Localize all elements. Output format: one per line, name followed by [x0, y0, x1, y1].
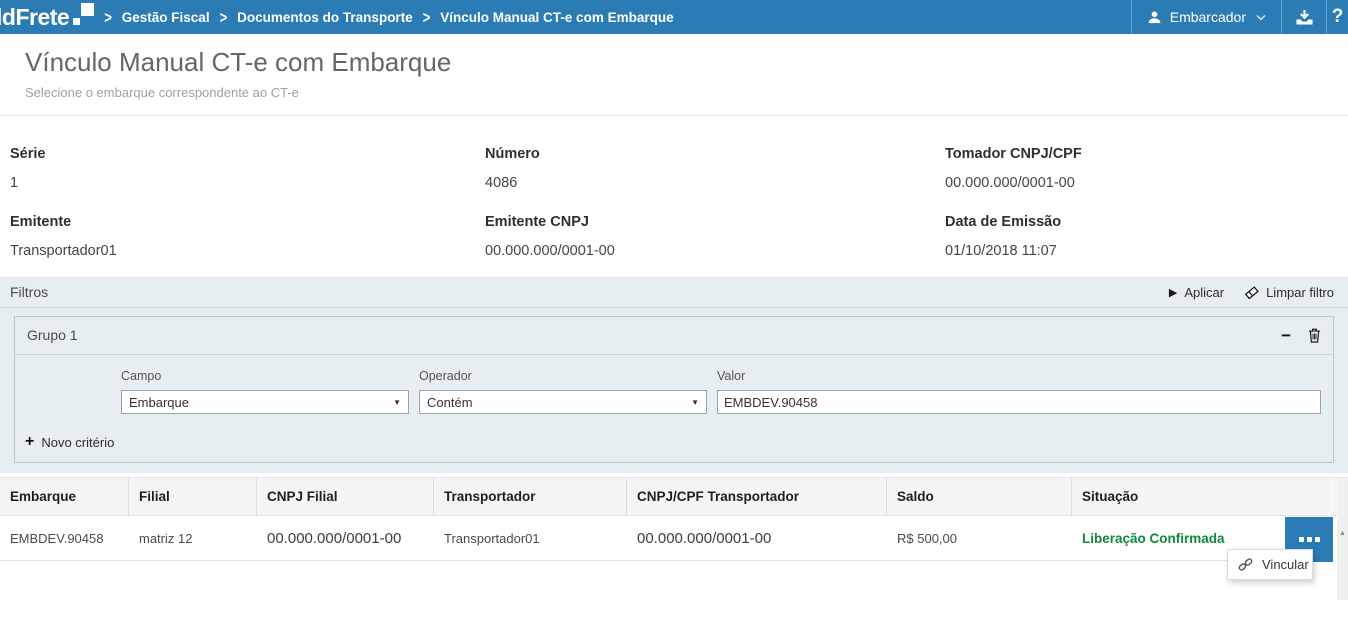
table-row[interactable]: EMBDEV.90458 matriz 12 00.000.000/0001-0…	[0, 516, 1333, 561]
serie-value: 1	[10, 175, 117, 192]
link-icon	[1238, 557, 1253, 572]
numero-label: Número	[485, 146, 615, 163]
column-header-embarque: Embarque	[0, 478, 129, 515]
cte-details: Série 1 Emitente Transportador01 Número …	[0, 116, 1348, 277]
apply-filter-button[interactable]: ▶ Aplicar	[1169, 285, 1224, 300]
topbar-actions: Embarcador ?	[1131, 0, 1348, 34]
play-icon: ▶	[1169, 286, 1177, 299]
select-arrow-icon: ▼	[393, 398, 401, 407]
cell-embarque: EMBDEV.90458	[0, 531, 129, 546]
download-icon	[1295, 9, 1314, 26]
filter-group: Grupo 1 − Campo	[14, 316, 1334, 463]
cell-filial: matriz 12	[129, 531, 257, 546]
column-header-situacao: Situação	[1072, 478, 1333, 515]
download-button[interactable]	[1281, 0, 1326, 34]
emitente-value: Transportador01	[10, 243, 117, 260]
valor-input[interactable]	[717, 390, 1321, 414]
tomador-value: 00.000.000/0001-00	[945, 175, 1082, 192]
results-table: Embarque Filial CNPJ Filial Transportado…	[0, 477, 1348, 630]
chevron-right-icon: >	[220, 8, 228, 27]
column-header-saldo: Saldo	[887, 478, 1072, 515]
campo-label: Campo	[121, 369, 409, 383]
user-menu-button[interactable]: Embarcador	[1131, 0, 1281, 34]
operador-selected-value: Contém	[427, 395, 473, 410]
ellipsis-icon	[1299, 537, 1304, 542]
chevron-right-icon: >	[423, 8, 431, 27]
clear-filter-label: Limpar filtro	[1266, 285, 1334, 300]
chevron-down-icon	[1256, 14, 1266, 21]
delete-group-button[interactable]	[1308, 328, 1321, 343]
help-icon: ?	[1332, 6, 1344, 28]
app-logo[interactable]: ldFrete	[0, 4, 69, 31]
apply-filter-label: Aplicar	[1184, 285, 1224, 300]
help-button[interactable]: ?	[1326, 0, 1348, 34]
cell-saldo: R$ 500,00	[887, 531, 1072, 546]
ellipsis-icon	[1315, 537, 1320, 542]
emitente-cnpj-label: Emitente CNPJ	[485, 214, 615, 231]
column-header-cnpj-filial: CNPJ Filial	[257, 478, 434, 515]
chevron-right-icon: >	[104, 8, 112, 27]
page-subtitle: Selecione o embarque correspondente ao C…	[25, 85, 1348, 100]
campo-select[interactable]: Embarque ▼	[121, 390, 409, 414]
page-title: Vínculo Manual CT-e com Embarque	[25, 47, 1348, 78]
clear-filter-button[interactable]: Limpar filtro	[1244, 285, 1334, 300]
user-icon	[1147, 10, 1162, 25]
cell-transportador: Transportador01	[434, 531, 627, 546]
new-criteria-button[interactable]: + Novo critério	[25, 434, 114, 450]
scroll-up-icon[interactable]: ▲	[1337, 530, 1348, 537]
filter-group-title: Grupo 1	[27, 317, 1321, 354]
top-navigation-bar: ldFrete > Gestão Fiscal > Documentos do …	[0, 0, 1348, 34]
table-header-row: Embarque Filial CNPJ Filial Transportado…	[0, 477, 1348, 516]
filter-group-header: Grupo 1 −	[15, 317, 1333, 355]
column-header-filial: Filial	[129, 478, 257, 515]
cell-cnpj-filial: 00.000.000/0001-00	[257, 530, 434, 547]
new-criteria-label: Novo critério	[41, 435, 114, 450]
campo-selected-value: Embarque	[129, 395, 189, 410]
filters-title: Filtros	[0, 278, 1348, 307]
data-emissao-label: Data de Emissão	[945, 214, 1082, 231]
row-actions-menu: Vincular	[1227, 549, 1313, 580]
numero-value: 4086	[485, 175, 615, 192]
valor-label: Valor	[717, 369, 1321, 383]
operador-select[interactable]: Contém ▼	[419, 390, 707, 414]
serie-label: Série	[10, 146, 117, 163]
filters-panel: Filtros ▶ Aplicar Limpar	[0, 277, 1348, 473]
select-arrow-icon: ▼	[691, 398, 699, 407]
collapse-group-button[interactable]: −	[1281, 327, 1291, 344]
breadcrumb-documentos-do-transporte[interactable]: Documentos do Transporte	[237, 10, 413, 25]
tomador-label: Tomador CNPJ/CPF	[945, 146, 1082, 163]
column-header-cnpj-transportador: CNPJ/CPF Transportador	[627, 478, 887, 515]
plus-icon: +	[25, 434, 34, 450]
vincular-menu-item[interactable]: Vincular	[1262, 557, 1309, 572]
vertical-scrollbar[interactable]: ▲	[1337, 478, 1348, 600]
user-menu-label: Embarcador	[1170, 9, 1246, 25]
app-screen: ldFrete > Gestão Fiscal > Documentos do …	[0, 0, 1348, 630]
filters-header: Filtros ▶ Aplicar Limpar	[0, 278, 1348, 308]
logo-squares-icon	[72, 1, 94, 26]
page-header: Vínculo Manual CT-e com Embarque Selecio…	[0, 34, 1348, 116]
column-header-transportador: Transportador	[434, 478, 627, 515]
breadcrumb-gestao-fiscal[interactable]: Gestão Fiscal	[122, 10, 210, 25]
breadcrumb: > Gestão Fiscal > Documentos do Transpor…	[104, 10, 673, 25]
emitente-cnpj-value: 00.000.000/0001-00	[485, 243, 615, 260]
breadcrumb-vinculo-manual[interactable]: Vínculo Manual CT-e com Embarque	[440, 10, 673, 25]
emitente-label: Emitente	[10, 214, 117, 231]
operador-label: Operador	[419, 369, 707, 383]
data-emissao-value: 01/10/2018 11:07	[945, 243, 1082, 260]
cell-cnpj-transportador: 00.000.000/0001-00	[627, 530, 887, 547]
eraser-icon	[1244, 286, 1259, 299]
trash-icon	[1308, 328, 1321, 343]
filter-criteria-row: Campo Embarque ▼ Operador Contém ▼ Valor	[121, 369, 1321, 414]
ellipsis-icon	[1307, 537, 1312, 542]
